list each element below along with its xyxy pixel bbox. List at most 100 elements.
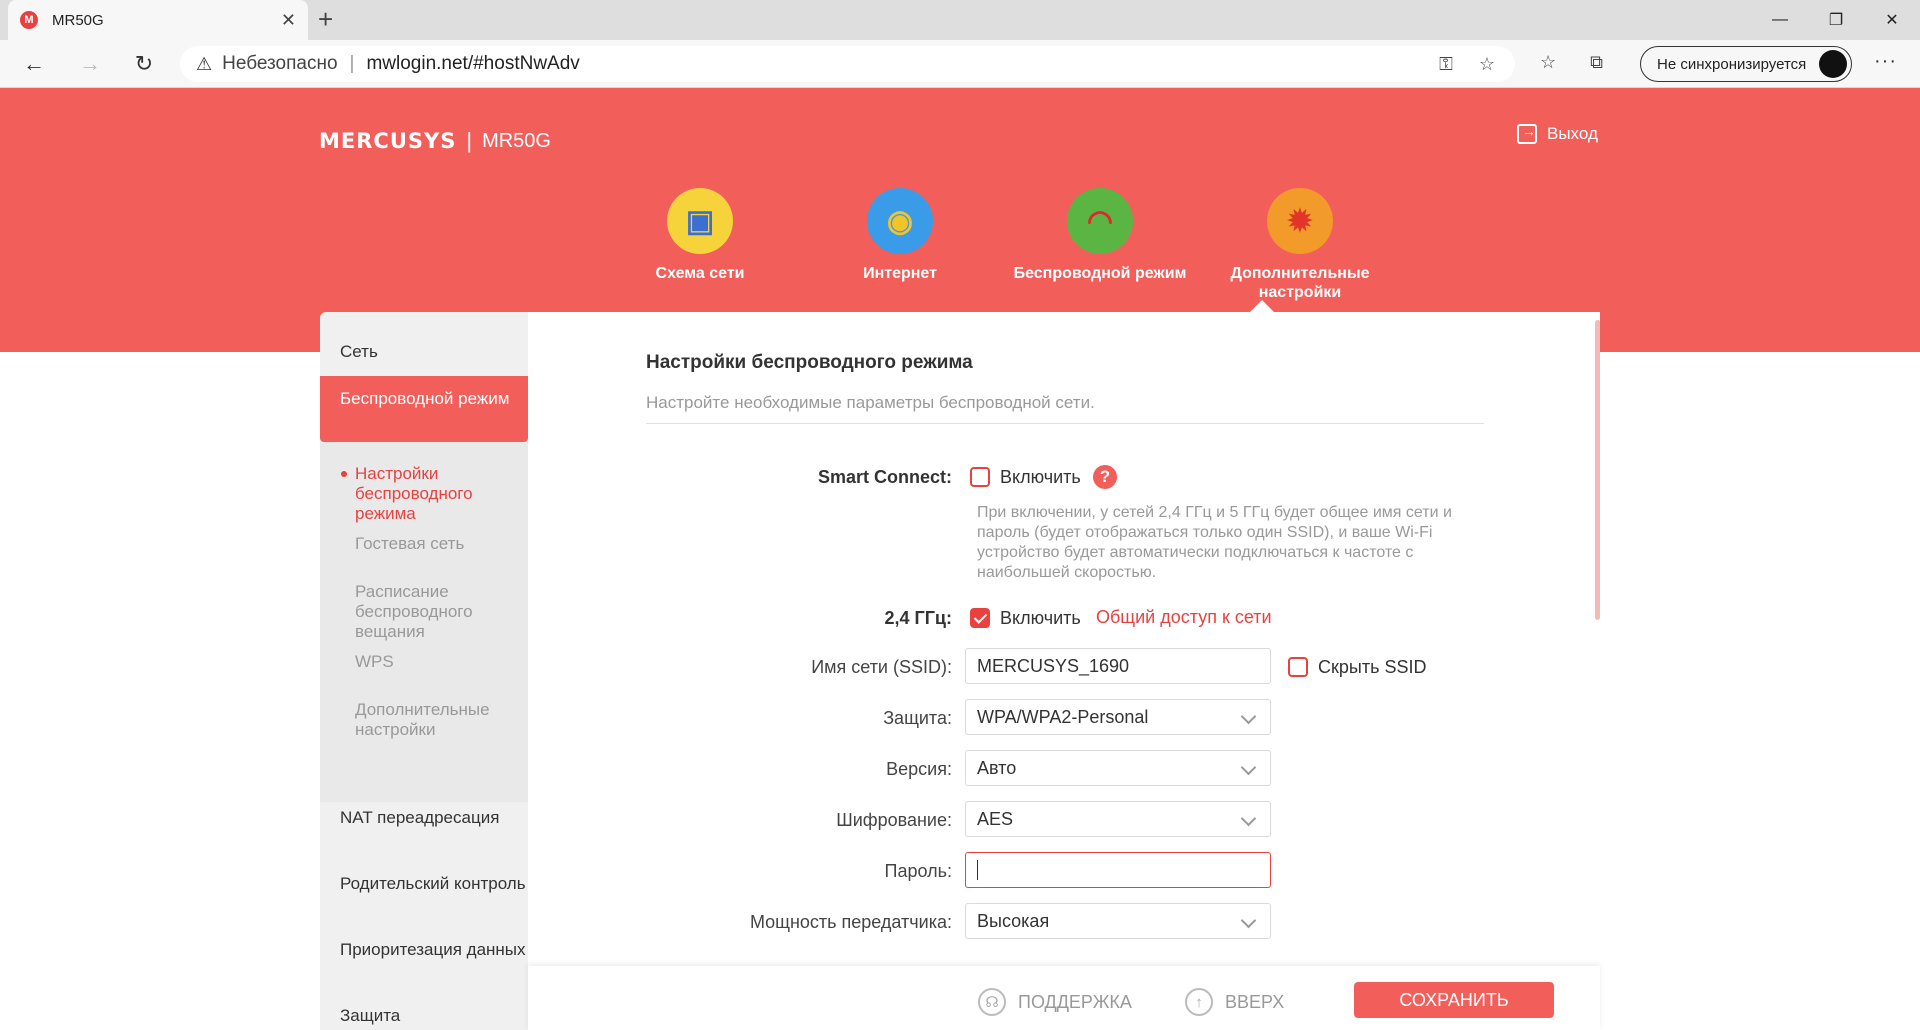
version-label: Версия:: [886, 759, 952, 779]
network-map-icon: ▣: [667, 188, 733, 254]
sidebar-subitem-schedule[interactable]: Расписание беспроводного вещания: [355, 582, 520, 642]
top-label: ВВЕРХ: [1225, 991, 1285, 1012]
logout-button[interactable]: Выход: [1517, 123, 1598, 144]
add-favorite-star-icon[interactable]: ☆: [1479, 54, 1495, 75]
mercusys-favicon-icon: M: [20, 11, 38, 29]
smart-connect-label: Smart Connect:: [817, 467, 952, 487]
password-input[interactable]: [965, 852, 1271, 888]
sidebar-submenu: Настройки беспроводного режима Гостевая …: [320, 442, 528, 802]
page-description: Настройте необходимые параметры беспрово…: [646, 393, 1095, 412]
restore-icon[interactable]: ❐: [1808, 0, 1864, 40]
active-dot-icon: [341, 471, 347, 477]
hide-ssid-label: Скрыть SSID: [1318, 657, 1427, 677]
browser-tab-bar: M MR50G ✕ + — ❐ ✕: [0, 0, 1920, 40]
nav-wireless[interactable]: ◠ Беспроводной режим: [1000, 188, 1200, 302]
tx-power-label: Мощность передатчика:: [749, 912, 952, 932]
nav-label: Беспроводной режим: [1013, 265, 1187, 282]
url-text: mwlogin.net/#hostNwAdv: [366, 53, 580, 74]
sidebar-item-parental[interactable]: Родительский контроль: [320, 874, 528, 894]
advanced-gear-icon: ✹: [1267, 188, 1333, 254]
smart-connect-checkbox[interactable]: [970, 467, 990, 487]
insecure-label: Небезопасно: [222, 53, 338, 74]
model-name: MR50G: [482, 129, 551, 152]
panel-scrollbar[interactable]: [1595, 320, 1600, 620]
logout-icon: [1517, 123, 1537, 144]
hide-ssid-checkbox[interactable]: [1288, 657, 1308, 677]
refresh-icon[interactable]: ↻: [128, 50, 160, 78]
band-24-enable-checkbox[interactable]: [970, 608, 990, 628]
sidebar-subitem-wireless-settings[interactable]: Настройки беспроводного режима: [341, 464, 520, 524]
logout-label: Выход: [1547, 124, 1598, 143]
security-label: Защита:: [883, 708, 952, 728]
sidebar-item-wireless[interactable]: Беспроводной режим: [320, 376, 528, 442]
subitem-label: Настройки беспроводного режима: [355, 464, 473, 523]
support-button[interactable]: ☊ ПОДДЕРЖКА: [978, 988, 1132, 1016]
page-title: Настройки беспроводного режима: [646, 352, 973, 373]
internet-planet-icon: ◉: [867, 188, 933, 254]
profile-avatar: [1819, 50, 1847, 78]
version-select[interactable]: Авто: [965, 750, 1271, 786]
sidebar: Сеть Беспроводной режим Настройки беспро…: [320, 312, 528, 1030]
scroll-top-button[interactable]: ↑ ВВЕРХ: [1185, 988, 1284, 1016]
favorites-icon[interactable]: ☆: [1540, 52, 1556, 73]
ssid-label: Имя сети (SSID):: [811, 657, 952, 677]
more-menu-icon[interactable]: ···: [1874, 50, 1897, 73]
collections-icon[interactable]: ⧉: [1590, 52, 1603, 73]
brand: MERCUSYS | MR50G: [319, 128, 551, 154]
arrow-up-icon: ↑: [1185, 988, 1213, 1016]
support-label: ПОДДЕРЖКА: [1018, 991, 1132, 1012]
sidebar-subitem-guest[interactable]: Гостевая сеть: [355, 534, 520, 554]
key-icon[interactable]: ⚿: [1439, 54, 1453, 75]
url-actions: ⚿ ☆: [1439, 54, 1495, 75]
security-select[interactable]: WPA/WPA2-Personal: [965, 699, 1271, 735]
wifi-icon: ◠: [1067, 188, 1133, 254]
share-network-link[interactable]: Общий доступ к сети: [1096, 607, 1272, 628]
band-24-label: 2,4 ГГц:: [884, 608, 953, 628]
sidebar-subitem-wps[interactable]: WPS: [355, 652, 520, 672]
sidebar-subitem-advanced[interactable]: Дополнительные настройки: [355, 700, 520, 740]
main-nav: ▣ Схема сети ◉ Интернет ◠ Беспроводной р…: [600, 188, 1400, 302]
nav-label: Дополнительные настройки: [1230, 265, 1370, 301]
headset-icon: ☊: [978, 988, 1006, 1016]
brand-separator: |: [466, 128, 473, 153]
back-arrow-icon[interactable]: ←: [18, 50, 50, 78]
browser-tab[interactable]: M MR50G ✕: [8, 0, 308, 40]
new-tab-icon[interactable]: +: [318, 4, 333, 35]
nav-internet[interactable]: ◉ Интернет: [800, 188, 1000, 302]
nav-label: Интернет: [863, 265, 937, 282]
text-caret: [977, 860, 978, 880]
close-window-icon[interactable]: ✕: [1864, 0, 1920, 40]
help-icon[interactable]: ?: [1093, 465, 1117, 489]
tx-power-select[interactable]: Высокая: [965, 903, 1271, 939]
encryption-select[interactable]: AES: [965, 801, 1271, 837]
minimize-icon[interactable]: —: [1752, 0, 1808, 40]
nav-label: Схема сети: [655, 265, 745, 282]
tab-title: MR50G: [52, 11, 104, 29]
close-tab-icon[interactable]: ✕: [281, 10, 296, 31]
smart-connect-enable-label: Включить: [1000, 467, 1081, 487]
band-24-enable-label: Включить: [1000, 608, 1081, 628]
warning-triangle-icon: ⚠: [196, 53, 213, 74]
url-separator: |: [349, 53, 355, 74]
forward-arrow-icon[interactable]: →: [74, 50, 106, 78]
sidebar-item-security[interactable]: Защита: [320, 1006, 528, 1026]
nav-network-map[interactable]: ▣ Схема сети: [600, 188, 800, 302]
nav-advanced[interactable]: ✹ Дополнительные настройки: [1200, 188, 1400, 302]
address-toolbar: ← → ↻ ⚠ Небезопасно | mwlogin.net/#hostN…: [0, 40, 1920, 88]
footer-bar: ☊ ПОДДЕРЖКА ↑ ВВЕРХ СОХРАНИТЬ: [528, 966, 1600, 1030]
brand-logo: MERCUSYS: [319, 129, 457, 153]
save-button[interactable]: СОХРАНИТЬ: [1354, 982, 1554, 1018]
divider: [646, 423, 1484, 424]
sync-label: Не синхронизируется: [1657, 55, 1807, 73]
window-controls: — ❐ ✕: [1752, 0, 1920, 40]
encryption-label: Шифрование:: [836, 810, 952, 830]
url-bar[interactable]: ⚠ Небезопасно | mwlogin.net/#hostNwAdv ⚿…: [180, 46, 1515, 82]
sidebar-item-nat[interactable]: NAT переадресация: [320, 808, 528, 828]
profile-sync-button[interactable]: Не синхронизируется: [1640, 46, 1852, 82]
password-label: Пароль:: [884, 861, 952, 881]
browser-toolbar-icons: ☆ ⧉: [1540, 52, 1603, 73]
ssid-input[interactable]: MERCUSYS_1690: [965, 648, 1271, 684]
sidebar-item-network[interactable]: Сеть: [320, 342, 528, 362]
sidebar-item-qos[interactable]: Приоритезация данных: [320, 940, 528, 960]
smart-connect-hint: При включении, у сетей 2,4 ГГц и 5 ГГц б…: [977, 504, 1452, 581]
